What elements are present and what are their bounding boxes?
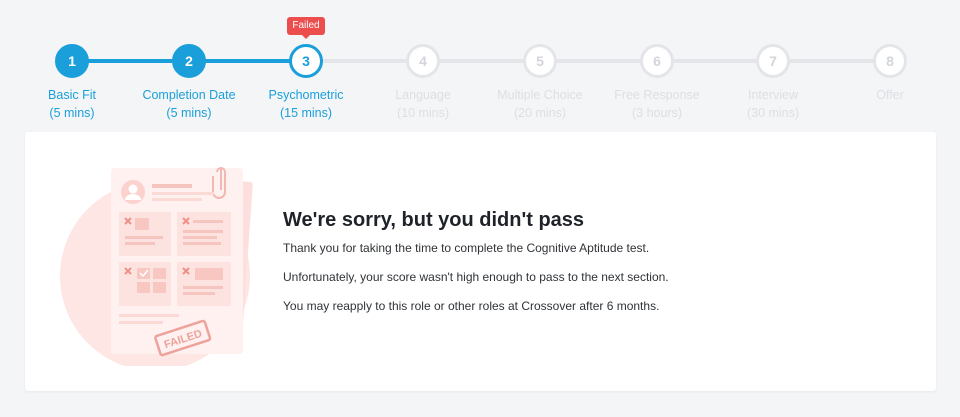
result-score-text: Unfortunately, your score wasn't high en… — [283, 270, 669, 284]
step-number: 8 — [873, 44, 907, 78]
failed-document-illustration: FAILED — [60, 167, 253, 366]
failed-badge: Failed — [287, 17, 325, 39]
step-number: 1 — [55, 44, 89, 78]
step-number: 7 — [756, 44, 790, 78]
step-number: 3 — [289, 44, 323, 78]
result-reapply-text: You may reapply to this role or other ro… — [283, 299, 660, 313]
step-number: 5 — [523, 44, 557, 78]
progress-track-remaining — [306, 59, 890, 63]
step-number: 2 — [172, 44, 206, 78]
step-label: Offer — [876, 88, 904, 102]
progress-stepper: Failed 1 Basic Fit (5 mins) 2 Completion… — [0, 0, 960, 130]
result-heading: We're sorry, but you didn't pass — [283, 209, 585, 231]
result-card: FAILED We're sorry, but you didn't pass … — [25, 132, 936, 391]
step-duration: (30 mins) — [746, 106, 800, 120]
step-number: 4 — [406, 44, 440, 78]
result-thank-you-text: Thank you for taking the time to complet… — [283, 241, 650, 255]
step-number: 6 — [640, 44, 674, 78]
